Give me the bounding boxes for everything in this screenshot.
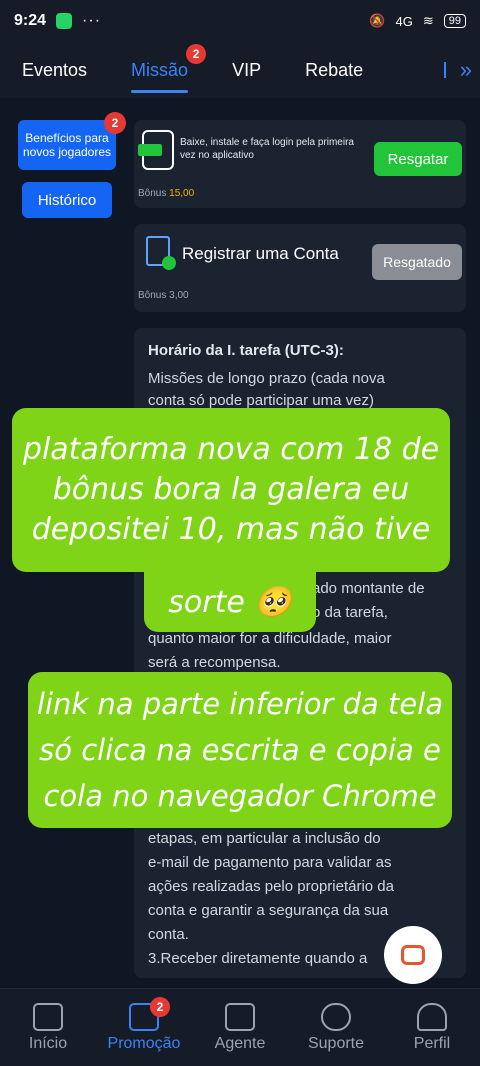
status-bar: 9:24 ··· 🔕 4G ≋ 99	[0, 0, 480, 42]
bottom-nav: Início Promoção 2 Agente Suporte Perfil	[0, 988, 480, 1066]
resgatar-button[interactable]: Resgatar	[374, 142, 462, 176]
tab-divider	[444, 62, 446, 78]
chat-icon	[401, 945, 425, 965]
description-line: Missões de longo prazo (cada nova	[148, 370, 385, 387]
headset-icon	[321, 1002, 351, 1031]
top-tabs: Eventos Missão 2 VIP Rebate »	[0, 42, 480, 98]
description-line: conta.	[148, 926, 189, 943]
description-line: ações realizadas pelo proprietário da	[148, 878, 394, 895]
caption-line: cola no navegador Chrome	[43, 779, 437, 813]
task-card: Registrar uma Conta Resgatado Bônus 3,00	[134, 224, 466, 312]
home-icon	[33, 1002, 63, 1031]
user-icon	[417, 1002, 447, 1031]
description-line: será a recompensa.	[148, 654, 281, 671]
nav-perfil[interactable]: Perfil	[384, 1002, 480, 1053]
caption-line: sorte 🥺	[168, 584, 292, 620]
task-title: Registrar uma Conta	[182, 244, 339, 263]
caption-overlay: link na parte inferior da tela só clica …	[28, 672, 452, 828]
caption-line: link na parte inferior da tela	[36, 687, 444, 721]
task-title: Baixe, instale e faça login pela primeir…	[180, 137, 354, 161]
wifi-icon: ≋	[422, 13, 434, 28]
chat-support-button[interactable]	[384, 926, 442, 984]
description-line: o da tarefa,	[312, 604, 388, 621]
tab-rebate[interactable]: Rebate	[283, 60, 385, 81]
phone-download-icon	[138, 130, 174, 170]
whatsapp-icon	[56, 13, 73, 29]
sidebar-historico[interactable]: Histórico	[22, 182, 112, 218]
description-line: etapas, em particular a inclusão do	[148, 830, 381, 847]
tab-badge: 2	[186, 43, 207, 64]
network-label: 4G	[395, 13, 413, 29]
battery-icon: 99	[443, 14, 466, 28]
sidebar-beneficios[interactable]: Benefícios para novos jogadores 2	[18, 112, 126, 170]
nav-promocao[interactable]: Promoção 2	[96, 996, 192, 1053]
nav-badge: 2	[150, 996, 170, 1017]
tab-vip[interactable]: VIP	[210, 60, 283, 81]
description-line: e-mail de pagamento para validar as	[148, 854, 392, 871]
sidebar-badge: 2	[104, 112, 126, 134]
chevron-right-icon[interactable]: »	[460, 57, 472, 83]
caption-overlay: sorte 🥺	[144, 572, 316, 632]
caption-line: depositei 10, mas não tive	[31, 512, 431, 547]
share-icon	[225, 1002, 255, 1031]
caption-line: bônus bora la galera eu	[52, 472, 410, 507]
description-line: 3.Receber diretamente quando a	[148, 950, 368, 967]
caption-overlay: plataforma nova com 18 de bônus bora la …	[12, 408, 450, 572]
caption-line: só clica na escrita e copia e	[39, 733, 441, 767]
nav-suporte[interactable]: Suporte	[288, 1002, 384, 1053]
nav-agente[interactable]: Agente	[192, 1002, 288, 1053]
task-card: Baixe, instale e faça login pela primeir…	[134, 120, 466, 208]
tab-missao[interactable]: Missão 2	[109, 43, 210, 93]
description-line: conta e garantir a segurança da sua	[148, 902, 389, 919]
tab-eventos[interactable]: Eventos	[0, 60, 109, 81]
status-time: 9:24	[14, 12, 47, 29]
mute-icon: 🔕	[369, 13, 386, 28]
more-notifications-icon: ···	[82, 12, 102, 29]
caption-line: plataforma nova com 18 de	[22, 432, 440, 467]
description-line: ado montante de	[312, 580, 425, 597]
description-heading: Horário da I. tarefa (UTC-3):	[148, 342, 344, 359]
task-bonus: Bônus 3,00	[138, 290, 189, 301]
task-bonus: Bônus 15,00	[138, 188, 195, 199]
nav-inicio[interactable]: Início	[0, 1002, 96, 1053]
resgatado-button[interactable]: Resgatado	[372, 244, 462, 280]
clipboard-icon	[146, 236, 176, 270]
